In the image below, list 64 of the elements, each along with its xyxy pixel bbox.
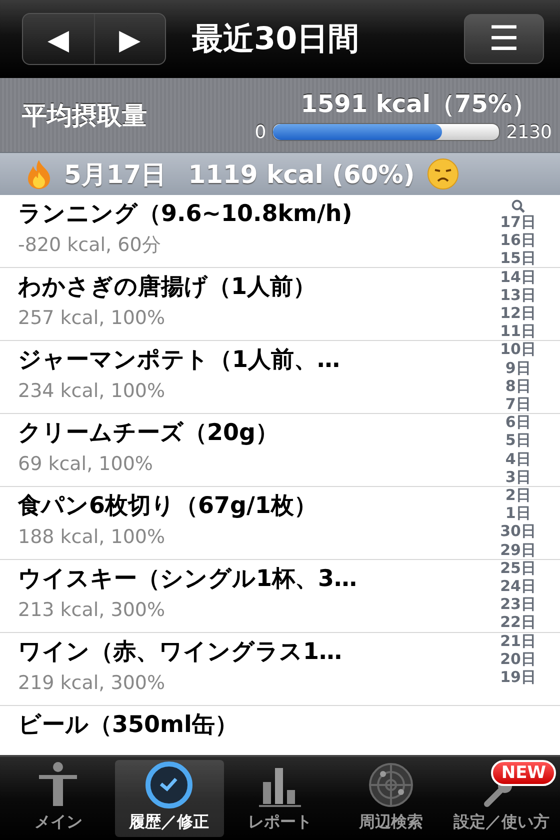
index-label[interactable]: 1日 xyxy=(505,504,531,522)
index-label[interactable]: 2日 xyxy=(505,486,531,504)
index-label[interactable]: 3日 xyxy=(505,468,531,486)
entry-name[interactable]: わかさぎの唐揚げ（1人前） xyxy=(18,271,316,304)
entry-detail: 188 kcal, 100% xyxy=(18,525,166,550)
index-label[interactable]: 13日 xyxy=(500,286,536,304)
entry-detail: 257 kcal, 100% xyxy=(18,306,166,331)
entry-detail: 234 kcal, 100% xyxy=(18,379,166,404)
index-label[interactable]: 30日 xyxy=(500,522,536,541)
previous-button[interactable]: ◀ xyxy=(23,14,94,64)
menu-button[interactable]: ☰ xyxy=(464,14,544,64)
day-total: 1119 kcal (60%) xyxy=(188,160,415,188)
index-label[interactable]: 11日 xyxy=(500,322,536,340)
bar-chart-icon xyxy=(258,768,301,807)
date: 5月17日 xyxy=(64,158,166,190)
entry-detail: 213 kcal, 300% xyxy=(18,598,166,623)
index-label[interactable]: 24日 xyxy=(500,577,536,596)
index-label[interactable]: 17日 xyxy=(500,213,536,232)
period-title: 最近30日間 xyxy=(192,20,360,59)
flame-icon xyxy=(26,159,52,189)
scale-min: 0 xyxy=(254,122,266,142)
sad-face-icon xyxy=(426,158,459,190)
search-icon[interactable] xyxy=(511,199,526,213)
entry-name[interactable]: ビール（350ml缶） xyxy=(18,709,238,742)
index-label[interactable]: 8日 xyxy=(505,376,531,396)
clock-icon xyxy=(146,762,193,808)
index-label[interactable]: 6日 xyxy=(505,413,531,432)
entry-name[interactable]: ワイン（赤、ワイングラス1… xyxy=(18,636,342,669)
index-label[interactable]: 12日 xyxy=(500,304,536,322)
index-label[interactable]: 19日 xyxy=(500,668,536,686)
entry-name[interactable]: ウイスキー（シングル1杯、3… xyxy=(18,563,358,596)
index-label[interactable]: 15日 xyxy=(500,249,536,268)
index-label[interactable]: 9日 xyxy=(505,358,531,377)
entry-name[interactable]: クリームチーズ（20g） xyxy=(18,417,278,450)
index-label[interactable]: 25日 xyxy=(500,558,536,578)
average-intake: 1591 kcal（75%） xyxy=(300,88,536,120)
index-label[interactable]: 10日 xyxy=(500,340,536,359)
entry-name[interactable]: ジャーマンポテト（1人前、… xyxy=(18,344,340,377)
entry-detail: 219 kcal, 300% xyxy=(18,671,166,696)
index-label[interactable]: 22日 xyxy=(500,613,536,632)
index-label[interactable]: 4日 xyxy=(505,450,531,468)
scale-max: 2130 xyxy=(506,122,552,142)
radar-icon xyxy=(368,763,413,807)
index-label[interactable]: 29日 xyxy=(500,540,536,559)
tab[interactable]: 履歴／修正 xyxy=(114,760,224,837)
index-label[interactable]: 5日 xyxy=(505,431,531,450)
entry-detail: -820 kcal, 60分 xyxy=(18,233,161,258)
index-label[interactable]: 16日 xyxy=(500,231,536,250)
entry-name[interactable]: 食パン6枚切り（67g/1枚） xyxy=(18,490,317,523)
tab[interactable]: 周辺検索 xyxy=(336,760,446,837)
index-label[interactable]: 20日 xyxy=(500,650,536,668)
tab[interactable]: レポート xyxy=(226,760,334,837)
new-badge: NEW xyxy=(491,760,556,786)
index-label[interactable]: 23日 xyxy=(500,595,536,614)
next-button[interactable]: ▶ xyxy=(94,14,165,64)
average-intake-label: 平均摂取量 xyxy=(22,100,148,132)
tab[interactable]: NEW 設定／使い方 xyxy=(447,760,556,837)
index-label[interactable]: 7日 xyxy=(505,395,531,414)
index-label[interactable]: 21日 xyxy=(500,632,536,650)
entry-detail: 69 kcal, 100% xyxy=(18,452,153,477)
index-label[interactable]: 14日 xyxy=(500,268,536,286)
tab[interactable]: メイン xyxy=(4,760,113,837)
person-icon xyxy=(39,762,78,806)
entry-name[interactable]: ランニング（9.6~10.8km/h) xyxy=(18,198,352,231)
